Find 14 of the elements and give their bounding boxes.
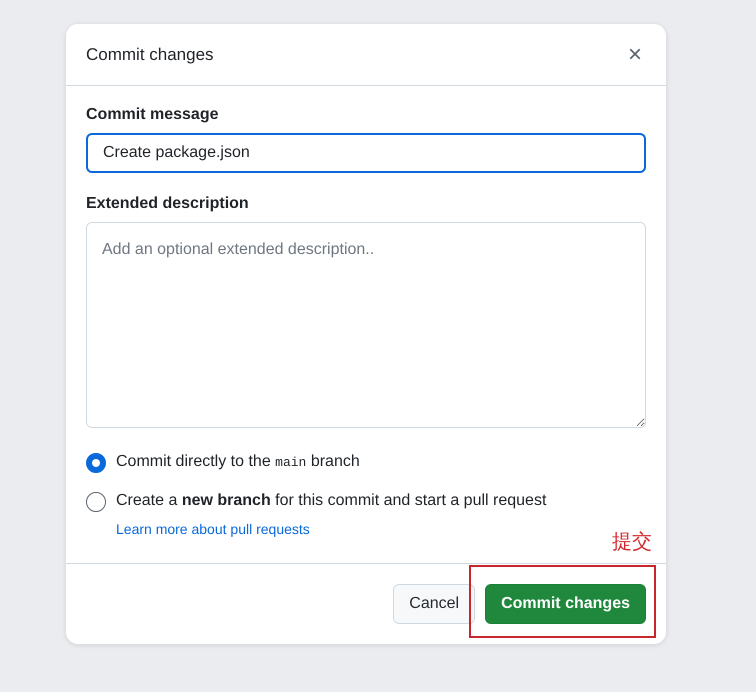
commit-message-field[interactable]: Create package.json bbox=[86, 133, 646, 173]
cancel-button[interactable]: Cancel bbox=[393, 584, 476, 624]
description-field[interactable]: Add an optional extended description.. bbox=[86, 222, 646, 428]
dialog-title: Commit changes bbox=[86, 44, 214, 64]
commit-button[interactable]: Commit changes bbox=[485, 584, 646, 624]
field-label: Commit message bbox=[86, 106, 220, 124]
radio-button[interactable] bbox=[86, 492, 106, 512]
option-label: Create a new branch for this commit and start a pull request Learn more about pull requests bbox=[116, 491, 548, 539]
option-label: Commit directly to the main branch bbox=[116, 452, 360, 472]
close-button[interactable]: × bbox=[624, 42, 646, 66]
annotation-label: 提交 bbox=[612, 528, 652, 555]
radio-button[interactable] bbox=[86, 453, 106, 473]
field-label: Extended description bbox=[86, 195, 250, 213]
learn-more-link[interactable]: Learn more about pull requests bbox=[116, 521, 310, 537]
